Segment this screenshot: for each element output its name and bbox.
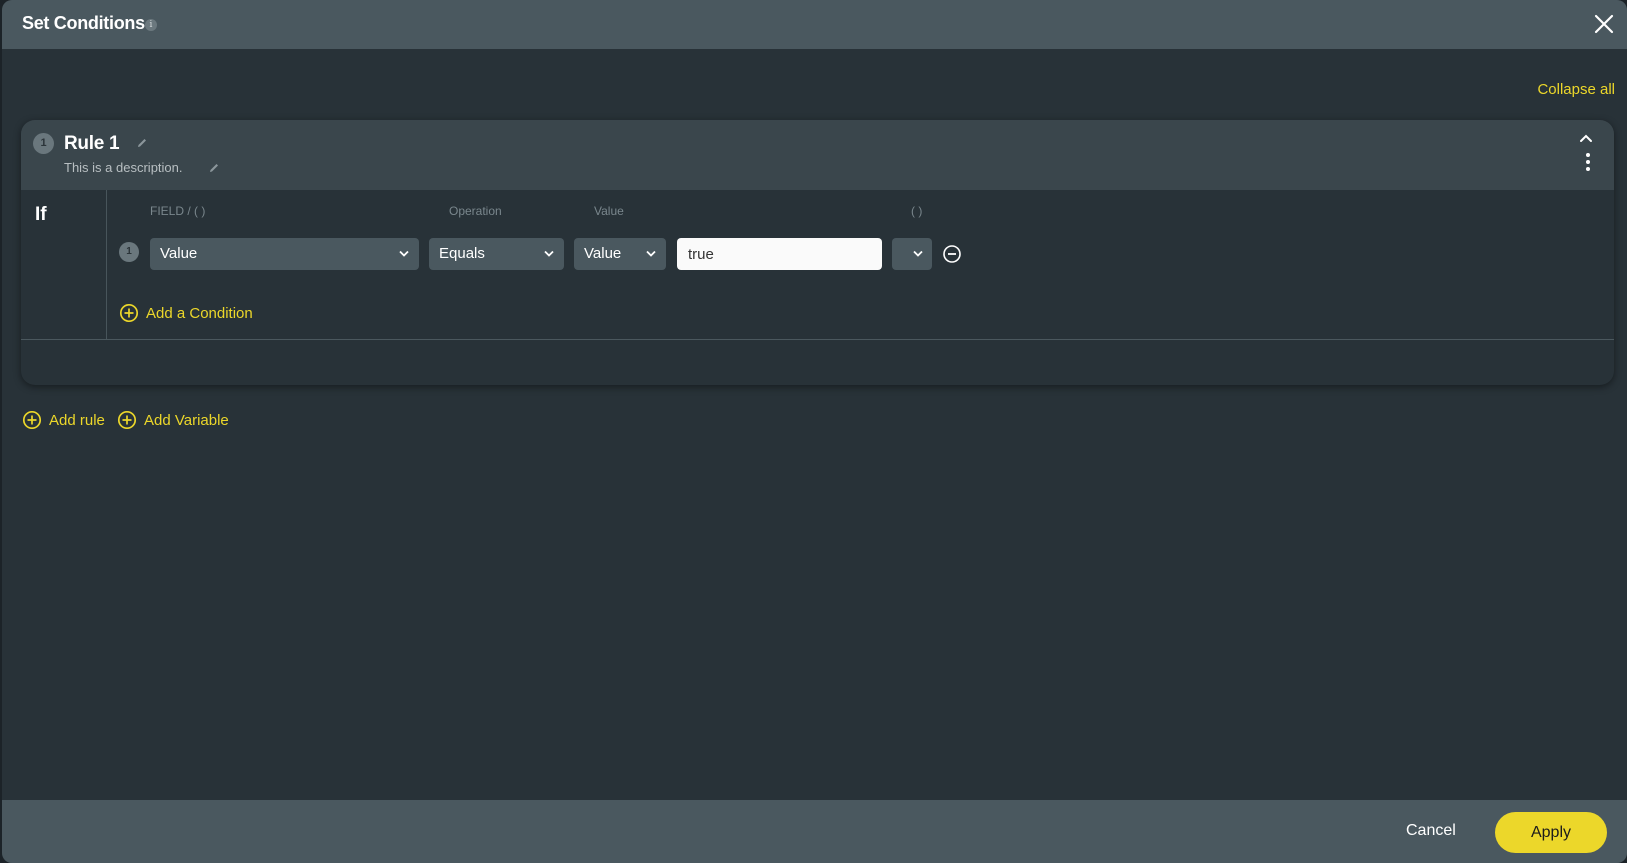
- rule-number-badge: 1: [33, 133, 54, 154]
- info-icon[interactable]: i: [145, 19, 157, 31]
- operation-dropdown-value: Equals: [439, 245, 485, 262]
- rule-description: This is a description.: [64, 160, 183, 175]
- add-variable-button[interactable]: Add Variable: [117, 410, 229, 430]
- operation-dropdown[interactable]: Equals: [429, 238, 564, 270]
- edit-rule-name-icon[interactable]: [136, 137, 148, 149]
- plus-circle-icon: [22, 410, 42, 430]
- add-rule-label: Add rule: [49, 411, 105, 429]
- operation-column-header: Operation: [449, 204, 502, 218]
- add-condition-label: Add a Condition: [146, 304, 253, 322]
- rule-card: 1 Rule 1 This is a description. If FIELD…: [21, 120, 1614, 385]
- plus-circle-icon: [119, 303, 139, 323]
- rule-menu-icon[interactable]: [1578, 152, 1598, 172]
- dialog-title: Set Conditions: [22, 13, 145, 33]
- rule-header: 1 Rule 1 This is a description.: [21, 120, 1614, 190]
- dialog-footer: Cancel Apply: [2, 800, 1627, 863]
- dialog-header: Set Conditions i: [2, 0, 1627, 49]
- chevron-down-icon: [399, 250, 409, 257]
- collapse-rule-icon[interactable]: [1578, 132, 1594, 144]
- if-label: If: [35, 204, 47, 225]
- add-variable-label: Add Variable: [144, 411, 229, 429]
- field-column-header: FIELD / ( ): [150, 204, 206, 218]
- condition-value-input[interactable]: [677, 238, 882, 270]
- add-condition-button[interactable]: Add a Condition: [119, 303, 253, 323]
- apply-button[interactable]: Apply: [1495, 812, 1607, 853]
- condition-number-badge: 1: [119, 242, 139, 262]
- value-type-dropdown-value: Value: [584, 245, 622, 262]
- edit-description-icon[interactable]: [208, 162, 220, 174]
- chevron-down-icon: [646, 250, 656, 257]
- collapse-all-link[interactable]: Collapse all: [1537, 81, 1615, 98]
- field-dropdown-value: Value: [160, 245, 198, 262]
- close-icon[interactable]: [1591, 11, 1617, 37]
- rule-name: Rule 1: [64, 133, 120, 154]
- parens-dropdown[interactable]: [892, 238, 932, 270]
- chevron-down-icon: [913, 250, 923, 257]
- chevron-down-icon: [544, 250, 554, 257]
- value-column-header: Value: [594, 204, 624, 218]
- parens-column-header: ( ): [911, 204, 923, 218]
- if-column: If: [21, 190, 107, 340]
- value-type-dropdown[interactable]: Value: [574, 238, 666, 270]
- set-conditions-dialog: Set Conditions i Collapse all 1 Rule 1 T…: [2, 0, 1627, 863]
- rule-divider: [21, 339, 1614, 340]
- cancel-button[interactable]: Cancel: [1406, 822, 1456, 840]
- remove-condition-icon[interactable]: [942, 244, 962, 264]
- add-rule-button[interactable]: Add rule: [22, 410, 105, 430]
- plus-circle-icon: [117, 410, 137, 430]
- field-dropdown[interactable]: Value: [150, 238, 419, 270]
